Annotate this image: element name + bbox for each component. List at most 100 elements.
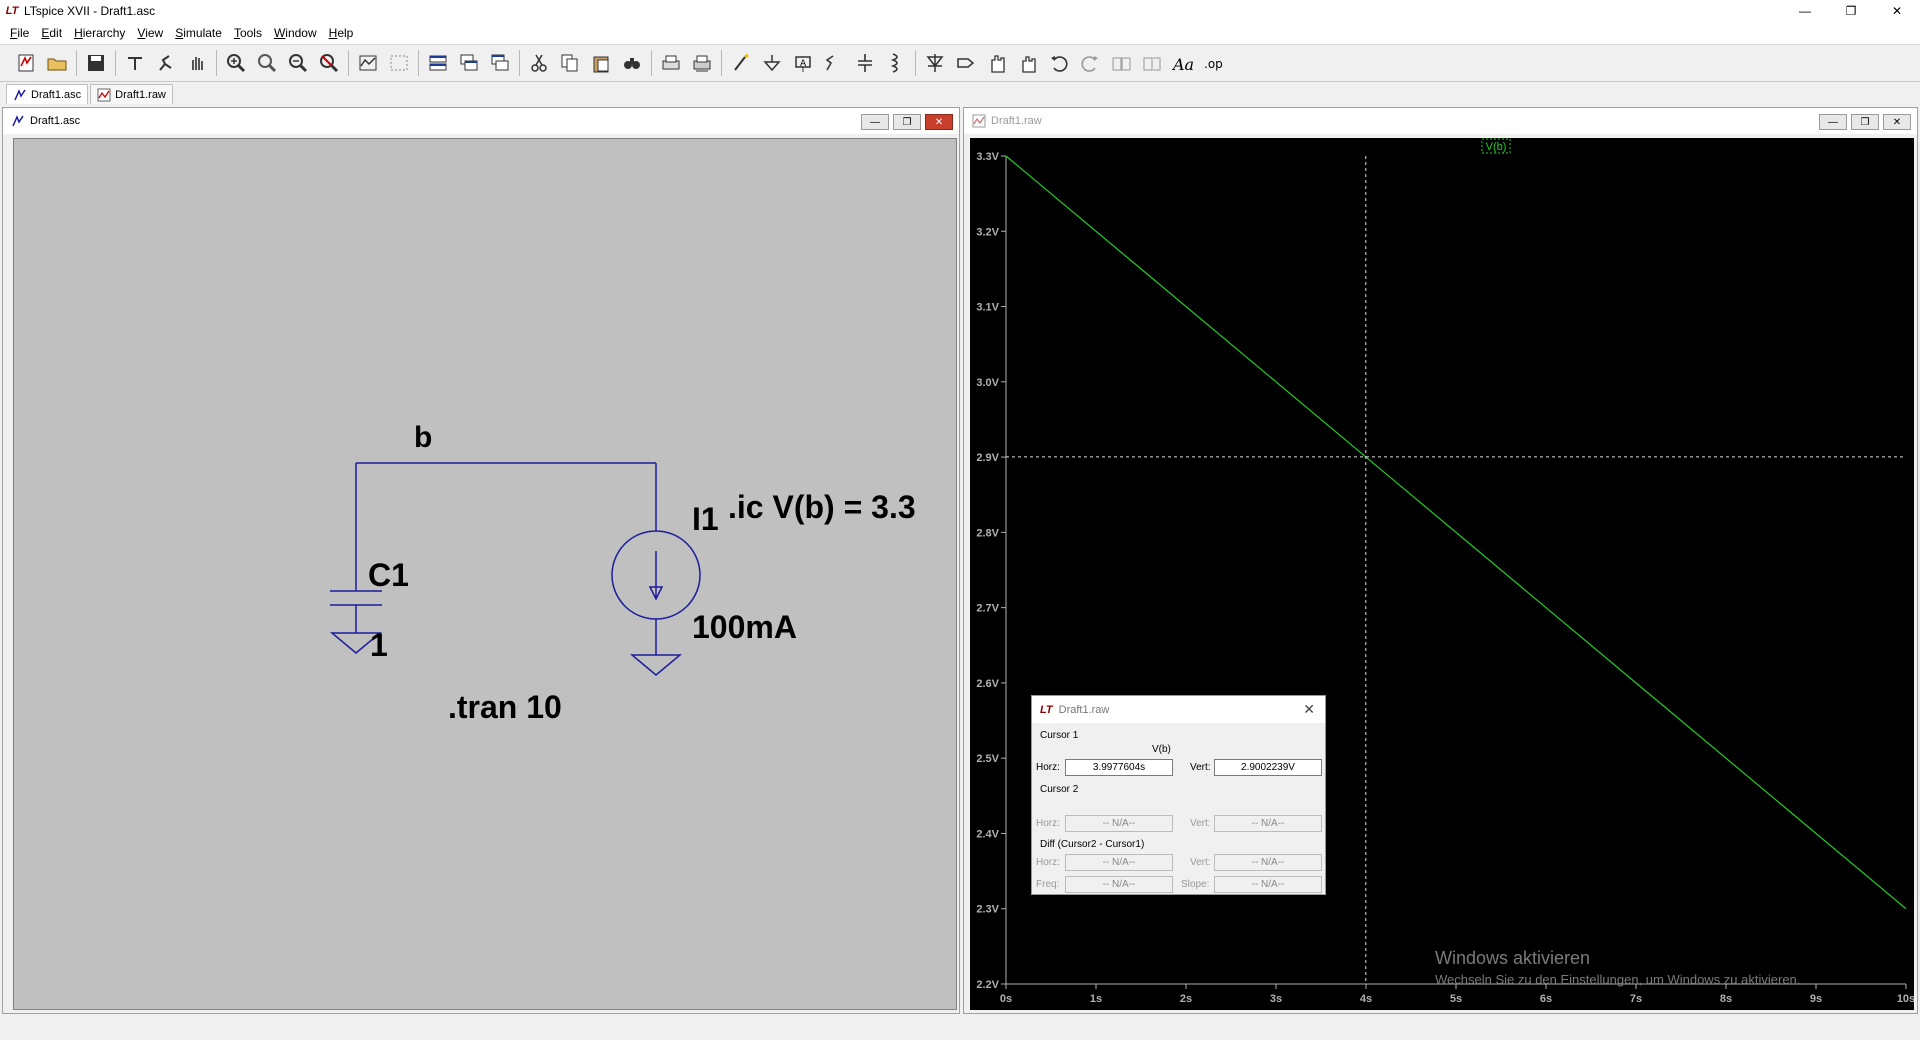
src-value-label[interactable]: 100mA	[692, 609, 797, 646]
control-panel-button[interactable]	[121, 49, 149, 77]
toolbar-separator	[915, 50, 916, 76]
menu-file[interactable]: File	[4, 26, 35, 40]
tab-draft1-raw[interactable]: Draft1.raw	[90, 84, 173, 104]
cap-name-label[interactable]: C1	[368, 557, 409, 594]
cap-value-label[interactable]: 1	[370, 627, 388, 664]
menu-simulate[interactable]: Simulate	[169, 26, 228, 40]
y-tick-label: 2.5V	[976, 753, 999, 765]
spice-directive-button[interactable]: .op	[1200, 49, 1228, 77]
redo-button[interactable]	[1076, 49, 1104, 77]
toolbar-separator	[721, 50, 722, 76]
net-label-b[interactable]: b	[414, 421, 432, 455]
copy-button[interactable]	[556, 49, 584, 77]
ic-directive[interactable]: .ic V(b) = 3.3	[728, 489, 916, 526]
new-schematic-button[interactable]	[12, 49, 40, 77]
cursor-dialog-titlebar[interactable]: LT Draft1.raw ✕	[1032, 696, 1325, 723]
menu-bar: File Edit Hierarchy View Simulate Tools …	[0, 22, 1920, 44]
rotate-icon	[1112, 57, 1131, 71]
diode-icon	[926, 54, 944, 72]
zoom-fit-button[interactable]	[315, 49, 343, 77]
mark-unref-button[interactable]	[385, 49, 413, 77]
zoom-area-button[interactable]	[253, 49, 281, 77]
waveform-minimize-button[interactable]: —	[1819, 114, 1847, 130]
open-button[interactable]	[43, 49, 71, 77]
tran-directive[interactable]: .tran 10	[448, 689, 562, 726]
cascade-icon	[460, 54, 478, 71]
schematic-canvas[interactable]: b C1 1 I1 100mA .ic V(b) = 3.3 .tran 10	[13, 138, 957, 1010]
slope-field: -- N/A--	[1214, 876, 1322, 893]
zoom-out-button[interactable]	[284, 49, 312, 77]
tab-draft1-asc[interactable]: Draft1.asc	[6, 84, 89, 104]
schematic-maximize-button[interactable]: ❐	[893, 114, 921, 130]
tile-vertical-button[interactable]	[486, 49, 514, 77]
rotate-button[interactable]	[1107, 49, 1135, 77]
diode-button[interactable]	[921, 49, 949, 77]
trace-label[interactable]: V(b)	[1486, 141, 1507, 153]
resistor-button[interactable]	[820, 49, 848, 77]
schematic-close-button[interactable]: ✕	[925, 114, 953, 130]
wire-button[interactable]	[727, 49, 755, 77]
x-tick-label: 6s	[1540, 993, 1552, 1005]
print-setup-icon	[693, 55, 711, 72]
ground-button[interactable]	[758, 49, 786, 77]
menu-window[interactable]: Window	[268, 26, 323, 40]
cut-button[interactable]	[525, 49, 553, 77]
x-tick-label: 8s	[1720, 993, 1732, 1005]
waveform-maximize-button[interactable]: ❐	[1851, 114, 1879, 130]
undo-button[interactable]	[1045, 49, 1073, 77]
restore-button[interactable]: ❐	[1828, 0, 1874, 22]
toolbar-separator	[651, 50, 652, 76]
close-button[interactable]: ✕	[1874, 0, 1920, 22]
resistor-icon	[825, 55, 834, 71]
x-tick-label: 9s	[1810, 993, 1822, 1005]
menu-help[interactable]: Help	[323, 26, 360, 40]
svg-text:Aa: Aa	[1172, 55, 1194, 74]
waveform-window-titlebar[interactable]: Draft1.raw	[964, 108, 1917, 134]
tile-horizontal-button[interactable]	[424, 49, 452, 77]
waveform-close-button[interactable]: ✕	[1883, 114, 1911, 130]
schematic-minimize-button[interactable]: —	[861, 114, 889, 130]
find-button[interactable]	[618, 49, 646, 77]
text-button[interactable]: Aa	[1169, 49, 1197, 77]
capacitor-button[interactable]	[851, 49, 879, 77]
toolbar-separator	[76, 50, 77, 76]
find-icon	[624, 58, 640, 69]
toolbar: A Aa .op	[0, 44, 1920, 82]
move-button[interactable]	[983, 49, 1011, 77]
inductor-icon	[890, 53, 898, 73]
schematic-drawing	[329, 462, 701, 676]
drag-button[interactable]	[1014, 49, 1042, 77]
mirror-icon	[1143, 57, 1161, 71]
c1-horz-field[interactable]: 3.9977604s	[1065, 759, 1173, 776]
run-button[interactable]	[152, 49, 180, 77]
minimize-button[interactable]: —	[1782, 0, 1828, 22]
cascade-button[interactable]	[455, 49, 483, 77]
src-name-label[interactable]: I1	[692, 501, 719, 538]
toolbar-separator	[348, 50, 349, 76]
label-net-button[interactable]: A	[789, 49, 817, 77]
y-tick-label: 3.3V	[976, 151, 999, 163]
zoom-fit-icon	[320, 54, 339, 73]
save-button[interactable]	[82, 49, 110, 77]
zoom-in-button[interactable]	[222, 49, 250, 77]
print-button[interactable]	[657, 49, 685, 77]
current-source-i1[interactable]	[611, 530, 701, 676]
schematic-window-titlebar[interactable]: Draft1.asc	[3, 108, 959, 134]
menu-edit[interactable]: Edit	[35, 26, 68, 40]
document-tabs: Draft1.asc Draft1.raw	[0, 82, 1920, 104]
pan-hand-button[interactable]	[183, 49, 211, 77]
inductor-button[interactable]	[882, 49, 910, 77]
mirror-button[interactable]	[1138, 49, 1166, 77]
menu-hierarchy[interactable]: Hierarchy	[68, 26, 131, 40]
cursor-dialog-close-icon[interactable]: ✕	[1303, 701, 1315, 718]
menu-view[interactable]: View	[131, 26, 169, 40]
component-icon	[957, 58, 975, 68]
toolbar-separator	[216, 50, 217, 76]
menu-tools[interactable]: Tools	[228, 26, 268, 40]
print-setup-button[interactable]	[688, 49, 716, 77]
c1-vert-field[interactable]: 2.9002239V	[1214, 759, 1322, 776]
paste-button[interactable]	[587, 49, 615, 77]
autorange-button[interactable]	[354, 49, 382, 77]
component-button[interactable]	[952, 49, 980, 77]
windows-activation-title: Windows aktivieren	[1435, 948, 1591, 968]
